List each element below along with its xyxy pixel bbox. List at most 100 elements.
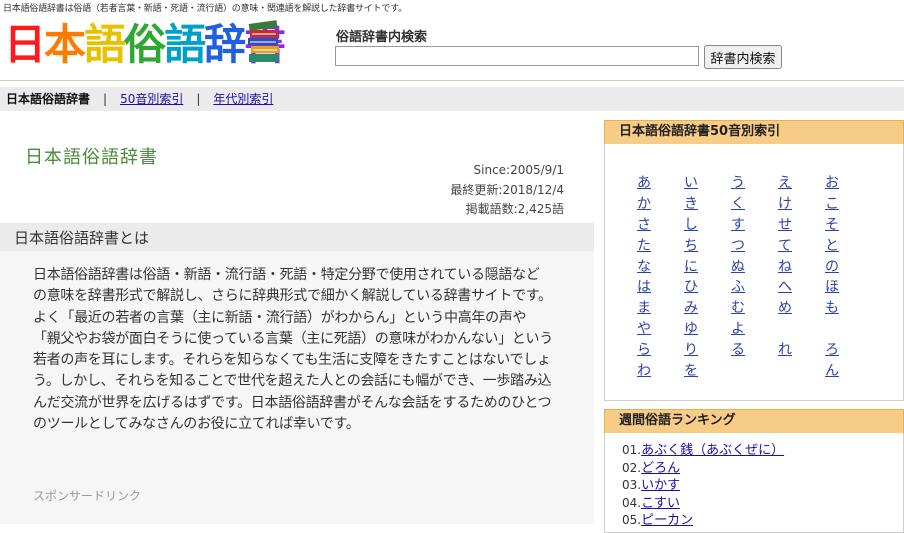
logo-char: 俗 bbox=[124, 20, 166, 69]
kana-link[interactable]: む bbox=[731, 300, 745, 316]
intro-paragraph: よく「最近の若者の言葉（主に新語・流行語）がわからん」という中高年の声や「親父や… bbox=[33, 309, 553, 433]
kana-link[interactable]: こ bbox=[825, 196, 839, 212]
kana-cell: き bbox=[684, 193, 731, 214]
kana-link[interactable]: み bbox=[684, 300, 698, 316]
kana-cell: ぬ bbox=[731, 256, 778, 277]
gojuon-index-panel: 日本語俗語辞書50音別索引 あ い う え おか き く け こさ し す せ そた ち つ て とな に ぬ ね のは… bbox=[604, 120, 904, 401]
kana-link[interactable]: ん bbox=[825, 363, 839, 379]
ranking-number: 05. bbox=[622, 513, 642, 527]
kana-link[interactable]: あ bbox=[637, 175, 651, 191]
site-logo[interactable]: 日本語俗語辞書 bbox=[4, 14, 286, 76]
ranking-box: 01.あぶく銭（あぶくぜに） 02.どろん 03.いかす 04.こすい 05.ピーカン bbox=[604, 433, 904, 533]
nav-link-era[interactable]: 年代別索引 bbox=[213, 92, 273, 106]
logo-char: 本 bbox=[44, 20, 86, 69]
ranking-link[interactable]: ピーカン bbox=[641, 513, 693, 528]
kana-cell: の bbox=[825, 256, 872, 277]
logo-text: 日本語俗語辞書 bbox=[4, 20, 286, 70]
kana-cell: ゆ bbox=[684, 318, 731, 339]
section-body: 日本語俗語辞書は俗語・新語・流行語・死語・特定分野で使用されている隠語などの意味… bbox=[0, 251, 594, 524]
kana-link[interactable]: れ bbox=[778, 342, 792, 358]
kana-link[interactable]: か bbox=[637, 196, 651, 212]
kana-cell: み bbox=[684, 297, 731, 318]
kana-link[interactable]: の bbox=[825, 259, 839, 275]
kana-link[interactable]: ね bbox=[778, 259, 792, 275]
kana-link[interactable]: ち bbox=[684, 238, 698, 254]
ranking-title: 週間俗語ランキング bbox=[604, 409, 904, 433]
intro-text: 日本語俗語辞書は俗語・新語・流行語・死語・特定分野で使用されている隠語などの意味… bbox=[33, 265, 553, 435]
kana-link[interactable]: ら bbox=[637, 342, 651, 358]
kana-link[interactable]: そ bbox=[825, 217, 839, 233]
word-count: 掲載語数:2,425語 bbox=[465, 202, 564, 216]
nav-bar: 日本語俗語辞書 | 50音別索引 | 年代別索引 bbox=[0, 87, 904, 111]
kana-link[interactable]: せ bbox=[778, 217, 792, 233]
ranking-number: 02. bbox=[622, 460, 642, 475]
kana-cell: ま bbox=[637, 297, 684, 318]
ranking-item: 04.こすい bbox=[622, 495, 784, 513]
kana-cell: よ bbox=[731, 318, 778, 339]
kana-link[interactable]: わ bbox=[637, 363, 651, 379]
ranking-list: 01.あぶく銭（あぶくぜに） 02.どろん 03.いかす 04.こすい 05.ピーカン bbox=[622, 442, 784, 530]
kana-link[interactable]: う bbox=[731, 175, 745, 191]
kana-cell: ね bbox=[778, 256, 825, 277]
kana-link[interactable]: ふ bbox=[731, 279, 745, 295]
kana-cell: ひ bbox=[684, 276, 731, 297]
kana-link[interactable]: と bbox=[825, 238, 839, 254]
kana-cell: た bbox=[637, 235, 684, 256]
kana-link[interactable]: ぬ bbox=[731, 259, 745, 275]
kana-link[interactable]: い bbox=[684, 175, 698, 191]
section-title: 日本語俗語辞書とは bbox=[14, 229, 150, 247]
kana-link[interactable]: り bbox=[684, 342, 698, 358]
kana-link[interactable]: く bbox=[731, 196, 745, 212]
kana-link[interactable]: け bbox=[778, 196, 792, 212]
ranking-panel: 週間俗語ランキング 01.あぶく銭（あぶくぜに） 02.どろん 03.いかす 04.こ… bbox=[604, 409, 904, 533]
kana-link[interactable]: ひ bbox=[684, 279, 698, 295]
kana-cell: は bbox=[637, 276, 684, 297]
kana-grid: あ い う え おか き く け こさ し す せ そた ち つ て とな に ぬ ね のは ひ ふ へ ほま み む め もや ゆ よら り… bbox=[637, 172, 872, 381]
intro-paragraph: 日本語俗語辞書は俗語・新語・流行語・死語・特定分野で使用されている隠語などの意味… bbox=[33, 267, 552, 305]
kana-link[interactable]: を bbox=[684, 363, 698, 379]
kana-link[interactable]: も bbox=[825, 300, 839, 316]
sponsor-label: スポンサードリンク bbox=[33, 489, 142, 503]
kana-link[interactable]: す bbox=[731, 217, 745, 233]
kana-cell: な bbox=[637, 256, 684, 277]
kana-link[interactable]: て bbox=[778, 238, 792, 254]
ranking-link[interactable]: あぶく銭（あぶくぜに） bbox=[641, 443, 784, 458]
kana-link[interactable]: つ bbox=[731, 238, 745, 254]
kana-link[interactable]: え bbox=[778, 175, 792, 191]
search-label: 俗語辞書内検索 bbox=[336, 30, 428, 45]
kana-link[interactable]: へ bbox=[778, 279, 792, 295]
kana-link[interactable]: ほ bbox=[825, 279, 839, 295]
kana-link[interactable]: ろ bbox=[825, 342, 839, 358]
ranking-item: 02.どろん bbox=[622, 460, 784, 478]
search-input[interactable] bbox=[335, 46, 699, 66]
kana-link[interactable]: や bbox=[637, 321, 651, 337]
ranking-link[interactable]: どろん bbox=[641, 461, 680, 476]
kana-link[interactable]: は bbox=[637, 279, 651, 295]
ranking-link[interactable]: こすい bbox=[641, 496, 680, 511]
kana-cell: う bbox=[731, 172, 778, 193]
logo-char: 語 bbox=[164, 20, 206, 69]
kana-link[interactable]: ま bbox=[637, 300, 651, 316]
kana-link[interactable]: よ bbox=[731, 321, 745, 337]
logo-char: 語 bbox=[84, 20, 126, 69]
kana-link[interactable]: な bbox=[637, 259, 651, 275]
kana-link[interactable]: た bbox=[637, 238, 651, 254]
kana-link[interactable]: に bbox=[684, 259, 698, 275]
kana-cell: そ bbox=[825, 214, 872, 235]
kana-link[interactable]: め bbox=[778, 300, 792, 316]
kana-link[interactable]: ゆ bbox=[684, 321, 698, 337]
nav-home: 日本語俗語辞書 bbox=[6, 92, 91, 106]
kana-cell: し bbox=[684, 214, 731, 235]
kana-link[interactable]: し bbox=[684, 217, 698, 233]
kana-link[interactable]: る bbox=[731, 342, 745, 358]
search-button[interactable]: 辞書内検索 bbox=[704, 45, 782, 69]
kana-cell: ら bbox=[637, 339, 684, 360]
ranking-link[interactable]: いかす bbox=[641, 478, 680, 493]
kana-empty-cell bbox=[731, 360, 778, 381]
nav-link-gojuon[interactable]: 50音別索引 bbox=[120, 92, 183, 106]
gojuon-index-box: あ い う え おか き く け こさ し す せ そた ち つ て とな に ぬ ね のは ひ ふ へ ほま み む め もや ゆ よら り… bbox=[604, 144, 904, 401]
kana-link[interactable]: お bbox=[825, 175, 839, 191]
kana-link[interactable]: さ bbox=[637, 217, 651, 233]
kana-link[interactable]: き bbox=[684, 196, 698, 212]
kana-empty-cell bbox=[778, 360, 825, 381]
